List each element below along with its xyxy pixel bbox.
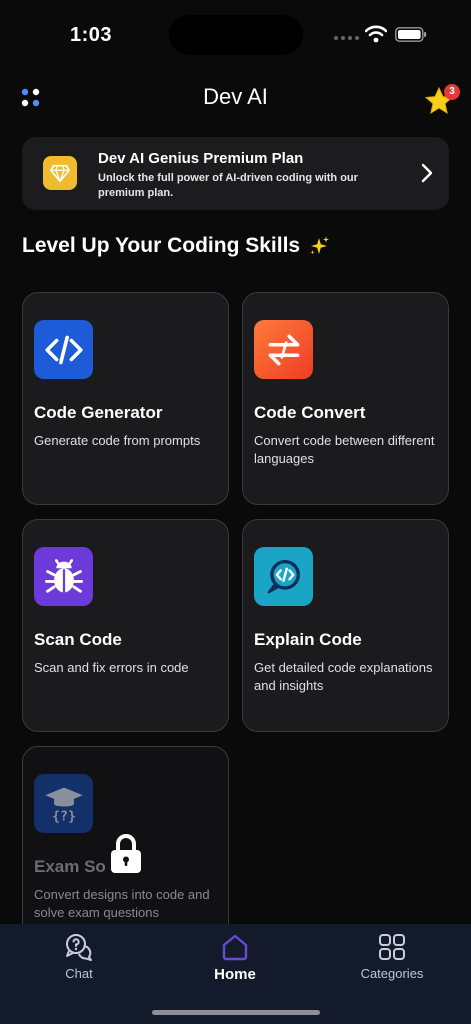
- cellular-signal-icon: [334, 36, 359, 40]
- wifi-icon: [365, 25, 387, 43]
- sparkles-icon: [310, 236, 330, 255]
- grid-icon: [379, 934, 405, 960]
- status-time: 1:03: [70, 24, 113, 46]
- bottom-tab-bar: Chat Home Categories: [0, 924, 471, 1024]
- svg-text:{?}: {?}: [52, 809, 76, 824]
- premium-subtitle: Unlock the full power of AI-driven codin…: [98, 172, 358, 199]
- card-title: Code Convert: [254, 403, 366, 422]
- section-heading-text: Level Up Your Coding Skills: [22, 234, 301, 257]
- tab-chat[interactable]: Chat: [19, 932, 139, 981]
- card-description: Convert designs into code and solve exam…: [34, 887, 210, 920]
- tab-label: Categories: [360, 966, 424, 981]
- card-exam-solver-locked[interactable]: {?} Exam So Convert designs into code an…: [22, 746, 229, 946]
- notification-badge: 3: [444, 84, 460, 100]
- page-title: Dev AI: [203, 84, 268, 109]
- card-description: Generate code from prompts: [34, 433, 201, 448]
- card-description: Convert code between different languages: [254, 433, 435, 466]
- rewards-button[interactable]: 3: [424, 82, 462, 116]
- card-scan-code[interactable]: Scan Code Scan and fix errors in code: [22, 519, 229, 732]
- card-title: Code Generator: [34, 403, 163, 422]
- chevron-right-icon: [421, 163, 433, 183]
- home-icon: [222, 934, 248, 961]
- chat-code-icon: [254, 547, 313, 606]
- tab-label: Home: [214, 966, 256, 983]
- bug-icon: [34, 547, 93, 606]
- chat-question-icon: [66, 934, 92, 961]
- app-screen: 1:03 Dev AI 3 Dev AI Genius Premium Plan…: [0, 0, 471, 1024]
- status-bar: 1:03: [0, 0, 471, 70]
- premium-title: Dev AI Genius Premium Plan: [98, 150, 304, 167]
- code-brackets-icon: [34, 320, 93, 379]
- card-explain-code[interactable]: Explain Code Get detailed code explanati…: [242, 519, 449, 732]
- section-heading: Level Up Your Coding Skills: [22, 234, 330, 258]
- dynamic-island: [169, 15, 303, 55]
- card-description: Scan and fix errors in code: [34, 660, 189, 675]
- tab-home[interactable]: Home: [175, 932, 295, 983]
- card-code-generator[interactable]: Code Generator Generate code from prompt…: [22, 292, 229, 505]
- battery-icon: [395, 27, 427, 42]
- tab-label: Chat: [65, 966, 93, 981]
- card-description: Get detailed code explanations and insig…: [254, 660, 433, 693]
- convert-arrows-icon: [254, 320, 313, 379]
- app-header: Dev AI 3: [0, 76, 471, 120]
- card-code-convert[interactable]: Code Convert Convert code between differ…: [242, 292, 449, 505]
- card-title: Exam So: [34, 857, 106, 876]
- graduation-cap-icon: {?}: [34, 774, 93, 833]
- home-indicator: [152, 1010, 320, 1015]
- premium-plan-banner[interactable]: Dev AI Genius Premium Plan Unlock the fu…: [22, 137, 449, 210]
- diamond-icon: [43, 156, 77, 190]
- lock-icon: [111, 834, 141, 873]
- card-title: Scan Code: [34, 630, 122, 649]
- tab-categories[interactable]: Categories: [332, 932, 452, 981]
- card-title: Explain Code: [254, 630, 362, 649]
